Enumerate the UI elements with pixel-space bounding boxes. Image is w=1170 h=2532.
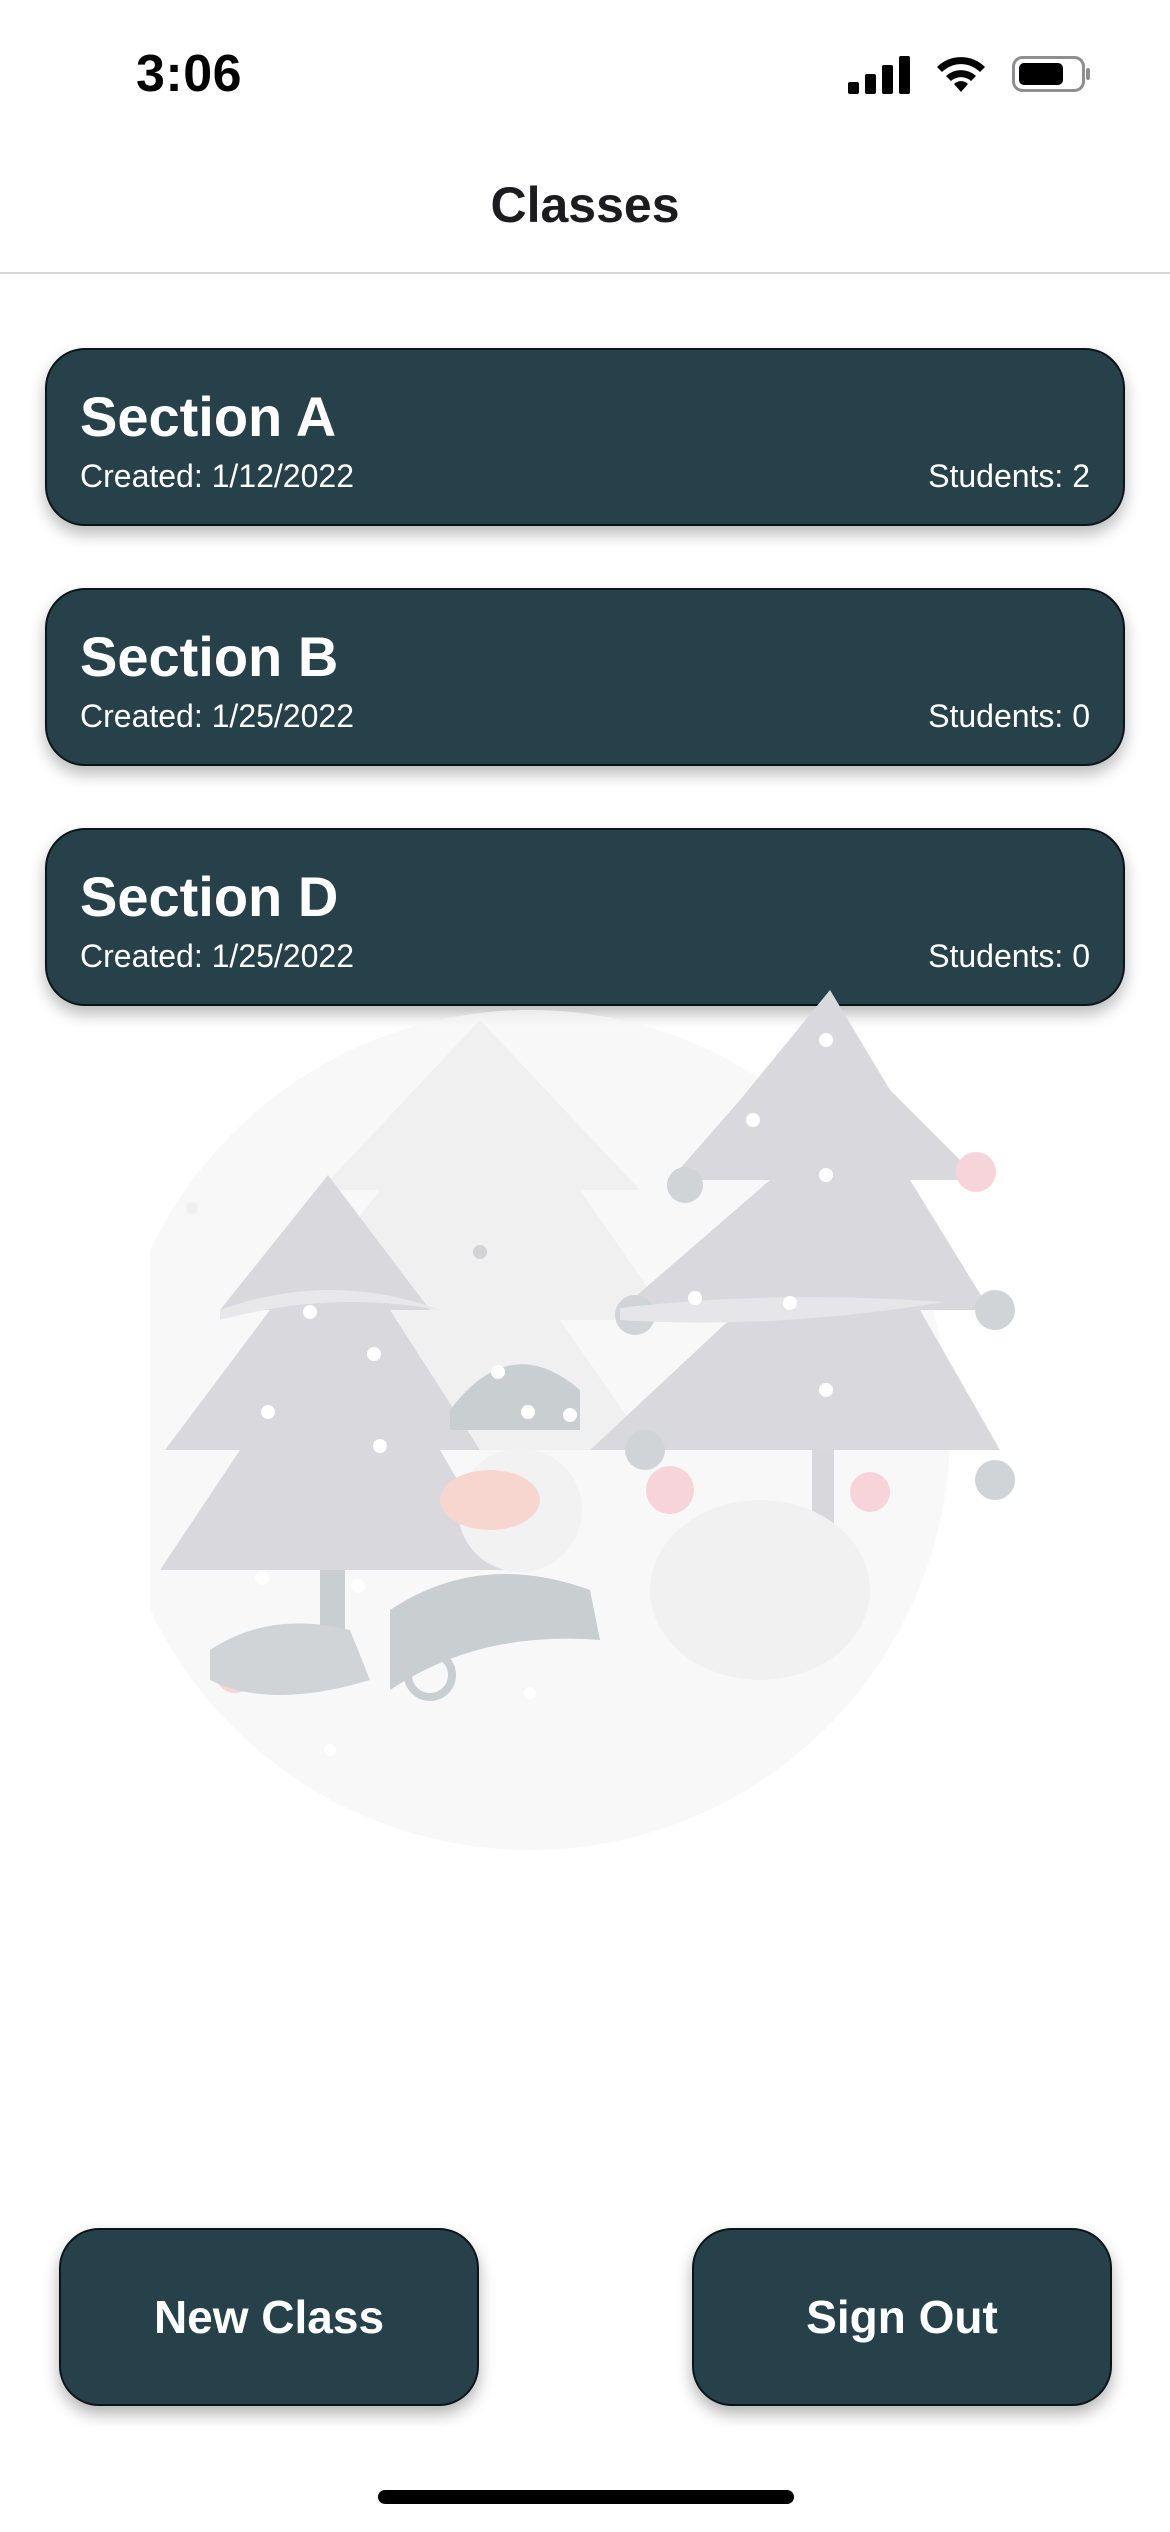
page-title: Classes — [490, 177, 680, 233]
new-class-button[interactable]: New Class — [59, 2228, 479, 2406]
status-bar: 3:06 — [0, 0, 1170, 150]
class-card-section-d[interactable]: Section D Created: 1/25/2022 Students: 0 — [45, 828, 1125, 1006]
class-name: Section B — [80, 625, 339, 688]
class-list: Section A Created: 1/12/2022 Students: 2… — [45, 348, 1125, 1068]
class-name: Section D — [80, 865, 339, 928]
class-card-section-a[interactable]: Section A Created: 1/12/2022 Students: 2 — [45, 348, 1125, 526]
class-student-count: Students: 0 — [928, 938, 1090, 974]
class-student-count: Students: 0 — [928, 698, 1090, 734]
class-card-section-b[interactable]: Section B Created: 1/25/2022 Students: 0 — [45, 588, 1125, 766]
battery-icon — [1012, 54, 1092, 99]
status-time: 3:06 — [136, 45, 243, 103]
wifi-icon — [934, 54, 988, 99]
home-indicator[interactable] — [378, 2490, 794, 2504]
cellular-signal-icon — [848, 54, 910, 99]
class-created-date: Created: 1/25/2022 — [80, 938, 354, 974]
sign-out-button[interactable]: Sign Out — [692, 2228, 1112, 2406]
class-student-count: Students: 2 — [928, 458, 1090, 494]
class-name: Section A — [80, 385, 337, 448]
class-created-date: Created: 1/25/2022 — [80, 698, 354, 734]
winter-illustration — [110, 990, 1030, 1870]
navigation-bar: Classes — [0, 150, 1170, 274]
status-icons — [848, 54, 1092, 99]
class-created-date: Created: 1/12/2022 — [80, 458, 354, 494]
